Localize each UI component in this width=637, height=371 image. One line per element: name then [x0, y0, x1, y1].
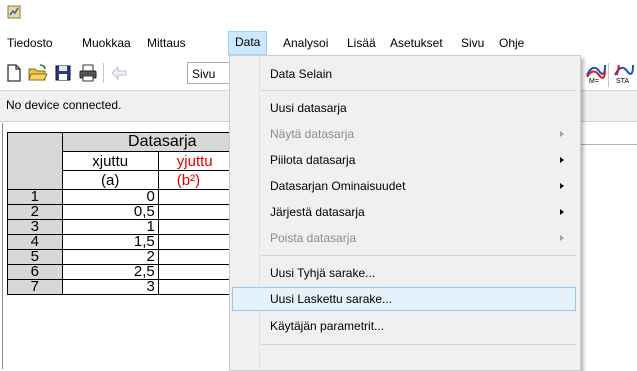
back-arrow-icon[interactable] — [109, 63, 129, 83]
menu-item-label: Uusi Laskettu sarake... — [270, 292, 393, 306]
stats-label: STA — [616, 78, 630, 85]
menu-lisaa[interactable]: Lisää — [341, 32, 382, 54]
menu-item-poista-datasarja[interactable]: Poista datasarja — [232, 226, 576, 250]
table-corner — [7, 132, 63, 190]
menu-tiedosto[interactable]: Tiedosto — [1, 32, 59, 54]
menu-ohje[interactable]: Ohje — [493, 32, 530, 54]
menu-data[interactable]: Data — [228, 31, 268, 55]
menu-item-jarjesta-datasarja[interactable]: Järjestä datasarja — [232, 200, 576, 224]
menu-item-piilota-datasarja[interactable]: Piilota datasarja — [232, 148, 576, 172]
toolbar-separator-right — [608, 63, 609, 87]
menu-item-data-selain[interactable]: Data Selain — [232, 62, 576, 86]
menu-item-label: Piilota datasarja — [270, 153, 356, 167]
menu-mittaus[interactable]: Mittaus — [141, 32, 192, 54]
data-table-panel: Datasarja xjuttu yjuttu (a) (b²) 1 0 2 0… — [2, 123, 264, 369]
submenu-arrow-icon — [560, 209, 564, 215]
table-row: 6 2,5 — [7, 264, 264, 280]
menu-item-label: Datasarjan Ominaisuudet — [270, 179, 406, 193]
menu-bar: Tiedosto Muokkaa Mittaus Data Analysoi L… — [0, 31, 637, 55]
menu-sivu[interactable]: Sivu — [455, 32, 490, 54]
device-status-text: No device connected. — [6, 98, 122, 112]
app-icon — [7, 5, 21, 19]
menu-item-uusi-laskettu-sarake[interactable]: Uusi Laskettu sarake... — [232, 287, 576, 311]
table-row: 4 1,5 — [7, 234, 264, 250]
table-row: 7 3 — [7, 279, 264, 295]
x-cell[interactable]: 3 — [61, 279, 159, 295]
menu-item-label: Poista datasarja — [270, 231, 357, 245]
graph-panel-edge — [578, 144, 637, 145]
menu-separator — [261, 255, 576, 256]
menu-separator — [261, 344, 576, 345]
menu-asetukset[interactable]: Asetukset — [384, 32, 449, 54]
table-row: 2 0,5 — [7, 204, 264, 220]
new-file-icon[interactable] — [4, 63, 24, 83]
menu-item-label: Uusi Tyhjä sarake... — [270, 266, 376, 280]
column-x-unit[interactable]: (a) — [61, 170, 159, 190]
menu-item-label: Data Selain — [270, 67, 333, 81]
menu-item-uusi-datasarja[interactable]: Uusi datasarja — [232, 96, 576, 120]
menu-item-label: Näytä datasarja — [270, 127, 355, 141]
menu-analysoi[interactable]: Analysoi — [277, 32, 334, 54]
row-number[interactable]: 7 — [7, 279, 63, 295]
submenu-arrow-icon — [560, 131, 564, 137]
menu-item-label: Uusi datasarja — [270, 101, 347, 115]
menu-separator — [261, 90, 576, 91]
submenu-arrow-icon — [560, 157, 564, 163]
x-cell[interactable]: 2,5 — [61, 264, 159, 280]
menu-item-datasarjan-ominaisuudet[interactable]: Datasarjan Ominaisuudet — [232, 174, 576, 198]
column-x-name[interactable]: xjuttu — [61, 151, 159, 171]
submenu-arrow-icon — [560, 235, 564, 241]
x-cell[interactable]: 0,5 — [61, 204, 159, 220]
x-cell[interactable]: 1,5 — [61, 234, 159, 250]
page-selector[interactable]: Sivu — [187, 62, 231, 84]
data-table: Datasarja xjuttu yjuttu (a) (b²) 1 0 2 0… — [7, 132, 264, 295]
menu-item-uusi-tyhja-sarake[interactable]: Uusi Tyhjä sarake... — [232, 261, 576, 285]
submenu-arrow-icon — [560, 183, 564, 189]
match-label: M= — [589, 78, 599, 85]
menu-muokkaa[interactable]: Muokkaa — [76, 32, 137, 54]
toolbar-separator — [103, 63, 104, 83]
menu-item-label: Käytäjän parametrit... — [270, 319, 385, 333]
menu-item-label: Järjestä datasarja — [270, 205, 365, 219]
menu-item-nayta-datasarja[interactable]: Näytä datasarja — [232, 122, 576, 146]
open-folder-icon[interactable] — [28, 63, 48, 83]
menu-item-kayttajan-parametrit[interactable]: Käytäjän parametrit... — [232, 314, 576, 338]
title-bar — [0, 0, 637, 30]
data-menu-dropdown: Data Selain Uusi datasarja Näytä datasar… — [229, 55, 581, 371]
print-icon[interactable] — [78, 63, 98, 83]
save-icon[interactable] — [53, 63, 73, 83]
